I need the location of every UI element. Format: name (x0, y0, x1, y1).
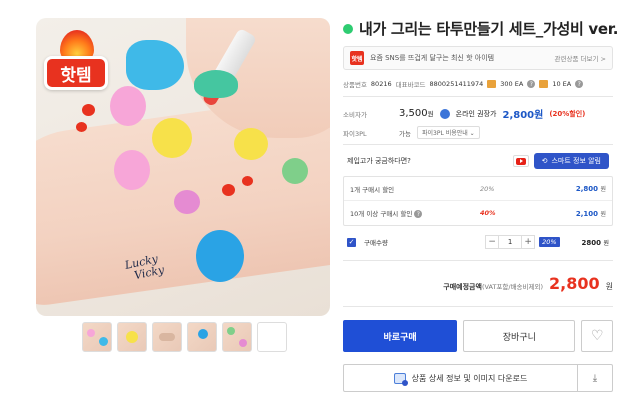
add-to-cart-button[interactable]: 장바구니 (463, 320, 576, 352)
sticker-heart-red (242, 176, 253, 186)
tier-row: 10개 이상 구매시 할인 ? 40% 2,100 원 (350, 209, 606, 219)
product-title: 내가 그리는 타투만들기 세트_가성비 ver. (359, 20, 619, 38)
thumbnail-strip (82, 322, 287, 352)
sticker-clover-green (282, 158, 308, 184)
total-row: 구매예정금액(VAT포함/배송비제외) 2,800 원 (343, 274, 613, 293)
product-codes: 상품번호 80216 대표바코드 8800251411974 300 EA ? … (343, 79, 584, 89)
action-buttons: 바로구매 장바구니 ♡ (343, 320, 613, 352)
quantity-discount: 20% (539, 237, 560, 247)
online-price-label: 온라인 권장가 (455, 109, 497, 118)
sticker-bunny-pink (110, 86, 146, 126)
sticker-bunny-pink (114, 150, 150, 190)
product-main-image: Lucky Vicky 핫템 (36, 18, 330, 316)
barcode: 8800251411974 (429, 80, 484, 88)
restock-question-row: 제입고가 궁금하다면? ⟲ 스마트 정보 알림 (343, 150, 613, 172)
total-unit: 원 (605, 282, 613, 291)
inner-qty: 10 EA (552, 80, 572, 88)
box-qty: 300 EA (500, 80, 524, 88)
sticker-ghost-pink (174, 190, 200, 214)
quantity-amount: 2800 원 (581, 238, 609, 247)
sticker-smiley-blue (196, 230, 244, 282)
tier-row: 1개 구매시 할인 20% 2,800 원 (344, 177, 612, 201)
image-search-icon (393, 372, 408, 386)
promo-text: 요즘 SNS를 뜨겁게 달구는 최신 핫 아이템 (370, 54, 495, 62)
youtube-icon[interactable] (512, 155, 529, 167)
promo-banner[interactable]: 핫템 요즘 SNS를 뜨겁게 달구는 최신 핫 아이템 관련상품 더보기 > (343, 46, 613, 70)
3pl-cost-dropdown[interactable]: 파이3PL 비용안내 ⌄ (416, 126, 480, 139)
product-no-label: 상품번호 (343, 81, 367, 89)
total-price: 2,800 (549, 274, 600, 293)
total-label: 구매예정금액(VAT포함/배송비제외) (443, 283, 544, 291)
sticker-chick-yellow (152, 118, 192, 158)
bell-icon: ⟲ (541, 157, 548, 165)
status-dot-icon (343, 23, 353, 34)
related-products-link[interactable]: 관련상품 더보기 > (555, 53, 606, 63)
discount-rate: (20%할인) (549, 109, 586, 118)
consumer-price: 3,500원 (399, 108, 434, 119)
sticker-heart-red (76, 122, 87, 132)
hot-item-badge-label: 핫템 (44, 56, 108, 90)
heart-icon[interactable]: ♡ (581, 320, 613, 352)
3pl-label: 파이3PL (343, 129, 367, 138)
download-bar: 상품 상세 정보 및 이미지 다운로드 ⤓ (343, 364, 613, 392)
buy-now-button[interactable]: 바로구매 (343, 320, 458, 352)
download-details-button[interactable]: 상품 상세 정보 및 이미지 다운로드 (344, 365, 578, 391)
price-row: 소비자가 3,500원 온라인 권장가 2,800원 (20%할인) (343, 106, 585, 121)
info-icon[interactable]: ? (527, 80, 536, 88)
thumbnail[interactable] (222, 322, 252, 352)
smart-alert-button[interactable]: ⟲ 스마트 정보 알림 (533, 153, 609, 169)
product-no: 80216 (370, 80, 392, 88)
3pl-available: 가능 (399, 129, 411, 138)
thumbnail[interactable] (117, 322, 147, 352)
info-icon[interactable]: ? (575, 80, 584, 88)
thumbnail[interactable] (152, 322, 182, 352)
download-icon[interactable]: ⤓ (578, 373, 612, 384)
hot-item-mini-badge: 핫템 (350, 51, 364, 65)
sticker-heart-red (222, 184, 235, 196)
box-icon (487, 80, 497, 88)
restock-question: 제입고가 궁금하다면? (347, 157, 411, 165)
decrement-button[interactable]: − (485, 235, 500, 249)
tier-discount-table: 1개 구매시 할인 20% 2,800 원 10개 이상 구매시 할인 ? 40… (343, 176, 613, 226)
quantity-value[interactable]: 1 (499, 235, 522, 249)
sticker-heart-red (82, 104, 95, 116)
quantity-label: 구매수량 (364, 239, 388, 247)
divider (343, 144, 613, 145)
3pl-row: 파이3PL 가능 파이3PL 비용안내 ⌄ (343, 126, 480, 139)
divider (343, 306, 613, 307)
barcode-label: 대표바코드 (395, 81, 426, 89)
consumer-price-label: 소비자가 (343, 110, 367, 119)
online-price: 2,800원 (502, 110, 544, 121)
quantity-row: ✓ 구매수량 − 1 + 20% 2800 원 (343, 232, 613, 252)
quantity-checkbox[interactable]: ✓ (347, 237, 356, 247)
divider (343, 96, 613, 97)
online-price-icon (439, 108, 450, 119)
pack-icon (539, 80, 549, 88)
info-icon[interactable]: ? (414, 210, 423, 219)
hot-item-badge: 핫템 (44, 30, 108, 102)
quantity-stepper[interactable]: − 1 + (485, 235, 536, 249)
sticker-cloud (194, 70, 238, 98)
sticker-blue-star (126, 40, 184, 90)
divider (343, 260, 613, 261)
thumbnail[interactable] (257, 322, 287, 352)
increment-button[interactable]: + (521, 235, 536, 249)
product-title-row: 내가 그리는 타투만들기 세트_가성비 ver. (343, 18, 618, 39)
thumbnail[interactable] (82, 322, 112, 352)
sticker-chick-yellow (234, 128, 268, 160)
thumbnail[interactable] (187, 322, 217, 352)
